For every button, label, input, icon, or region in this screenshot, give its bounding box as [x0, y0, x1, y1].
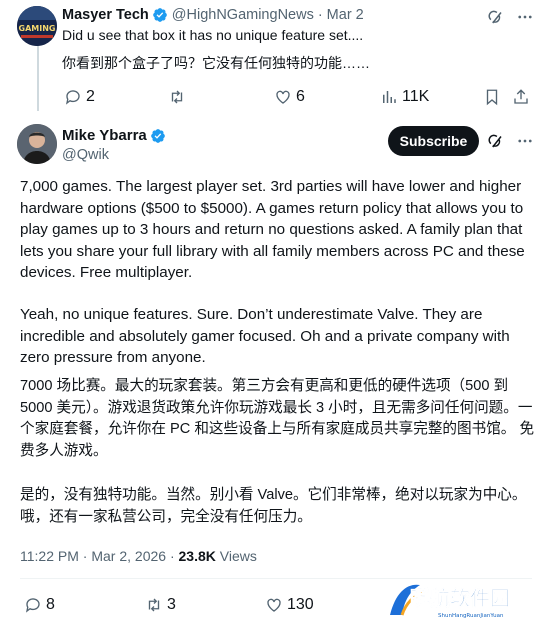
tweet-paragraph-3: 7000 场比赛。最大的玩家套装。第三方会有更高和更低的硬件选项（500 到 5… [20, 378, 535, 459]
tweet-paragraph-4: 是的，没有独特功能。当然。别小看 Valve。它们非常棒，绝对以玩家为中心。哦，… [20, 487, 527, 525]
separator-dot: · [82, 548, 88, 564]
reply-like-button[interactable]: 6 [274, 88, 305, 106]
watermark-subtitle: ShunHangRuanJianYuan [438, 613, 504, 619]
tweet-paragraph-1: 7,000 games. The largest player set. 3rd… [20, 178, 525, 281]
share-icon [514, 89, 528, 104]
reply-count: 2 [86, 88, 95, 105]
bookmark-icon [486, 89, 498, 106]
main-like-count: 130 [287, 596, 314, 613]
avatar-masyer-tech[interactable]: GAMING [17, 6, 57, 46]
subscribe-button[interactable]: Subscribe [388, 126, 479, 156]
tweet-views-count: 23.8K [178, 548, 216, 564]
tweet-views-label: Views [219, 548, 257, 564]
heart-icon [276, 90, 290, 104]
main-reply-count: 8 [46, 596, 55, 613]
reply-date[interactable]: Mar 2 [327, 7, 364, 23]
reply-text-en: Did u see that box it has no unique feat… [62, 27, 364, 43]
grok-icon[interactable] [486, 132, 504, 150]
tweet-paragraph-2: Yeah, no unique features. Sure. Don’t un… [20, 306, 510, 366]
main-author-header: Mike Ybarra [62, 127, 170, 144]
comment-icon [25, 598, 40, 613]
tweet-date[interactable]: Mar 2, 2026 [91, 548, 166, 564]
view-count: 11K [402, 88, 430, 105]
main-repost-button[interactable]: 3 [145, 596, 176, 614]
separator-dot: · [169, 548, 175, 564]
reply-reply-button[interactable]: 2 [64, 88, 95, 106]
main-author-name[interactable]: Mike Ybarra [62, 127, 147, 144]
reply-repost-button[interactable] [168, 88, 190, 106]
tweet-meta: 11:22 PM · Mar 2, 2026 · 23.8K Views [20, 548, 257, 564]
reply-share-button[interactable] [512, 88, 530, 106]
reply-author-handle[interactable]: @HighNGamingNews [172, 7, 314, 23]
main-author-handle[interactable]: @Qwik [62, 147, 109, 163]
reply-views-button[interactable]: 11K [380, 88, 429, 106]
avatar-mike-ybarra[interactable] [17, 124, 57, 164]
repost-icon [148, 598, 160, 612]
main-repost-count: 3 [167, 596, 176, 613]
analytics-icon [383, 91, 396, 103]
reply-author-name[interactable]: Masyer Tech [62, 7, 149, 23]
reply-bookmark-button[interactable] [483, 88, 501, 106]
verified-badge-icon [150, 128, 165, 143]
thread-connector-line [37, 46, 39, 111]
gaming-logo-icon: GAMING [17, 6, 57, 46]
tweet-time[interactable]: 11:22 PM [20, 548, 79, 564]
watermark-logo-icon: 瞬航软件园 ShunHangRuanJianYuan [390, 584, 510, 619]
more-options-icon[interactable] [516, 8, 534, 26]
grok-icon[interactable] [486, 8, 504, 26]
more-options-icon[interactable] [516, 132, 534, 150]
repost-icon [171, 90, 183, 104]
reply-text-zh: 你看到那个盒子了吗？它没有任何独特的功能…… [62, 55, 370, 71]
like-count: 6 [296, 88, 305, 105]
verified-badge-icon [152, 8, 167, 22]
reply-header: Masyer Tech @HighNGamingNews · Mar 2 [62, 7, 364, 23]
main-like-button[interactable]: 130 [265, 596, 314, 614]
main-reply-button[interactable]: 8 [24, 596, 55, 614]
svg-text:GAMING: GAMING [19, 24, 56, 33]
watermark-title: 瞬航软件园 [410, 586, 510, 610]
separator-dot: · [317, 7, 323, 23]
profile-photo-icon [17, 124, 57, 164]
heart-icon [267, 598, 281, 612]
comment-icon [65, 90, 80, 105]
site-watermark: 瞬航软件园 ShunHangRuanJianYuan [386, 577, 546, 621]
